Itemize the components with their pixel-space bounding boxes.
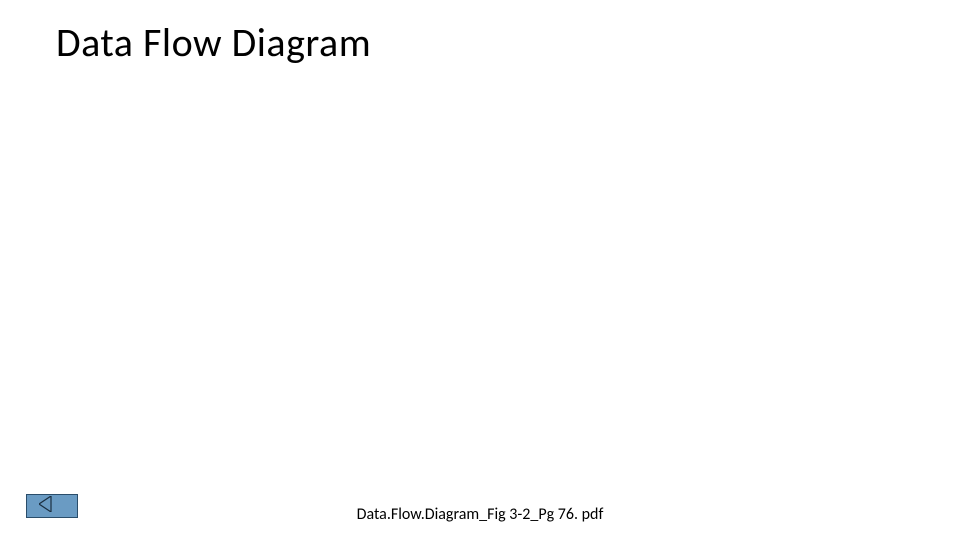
filename-label: Data.Flow.Diagram_Fig 3-2_Pg 76. pdf bbox=[357, 505, 604, 524]
slide-title: Data Flow Diagram bbox=[56, 18, 371, 67]
back-button[interactable] bbox=[26, 494, 78, 518]
back-arrow-icon bbox=[39, 496, 65, 517]
